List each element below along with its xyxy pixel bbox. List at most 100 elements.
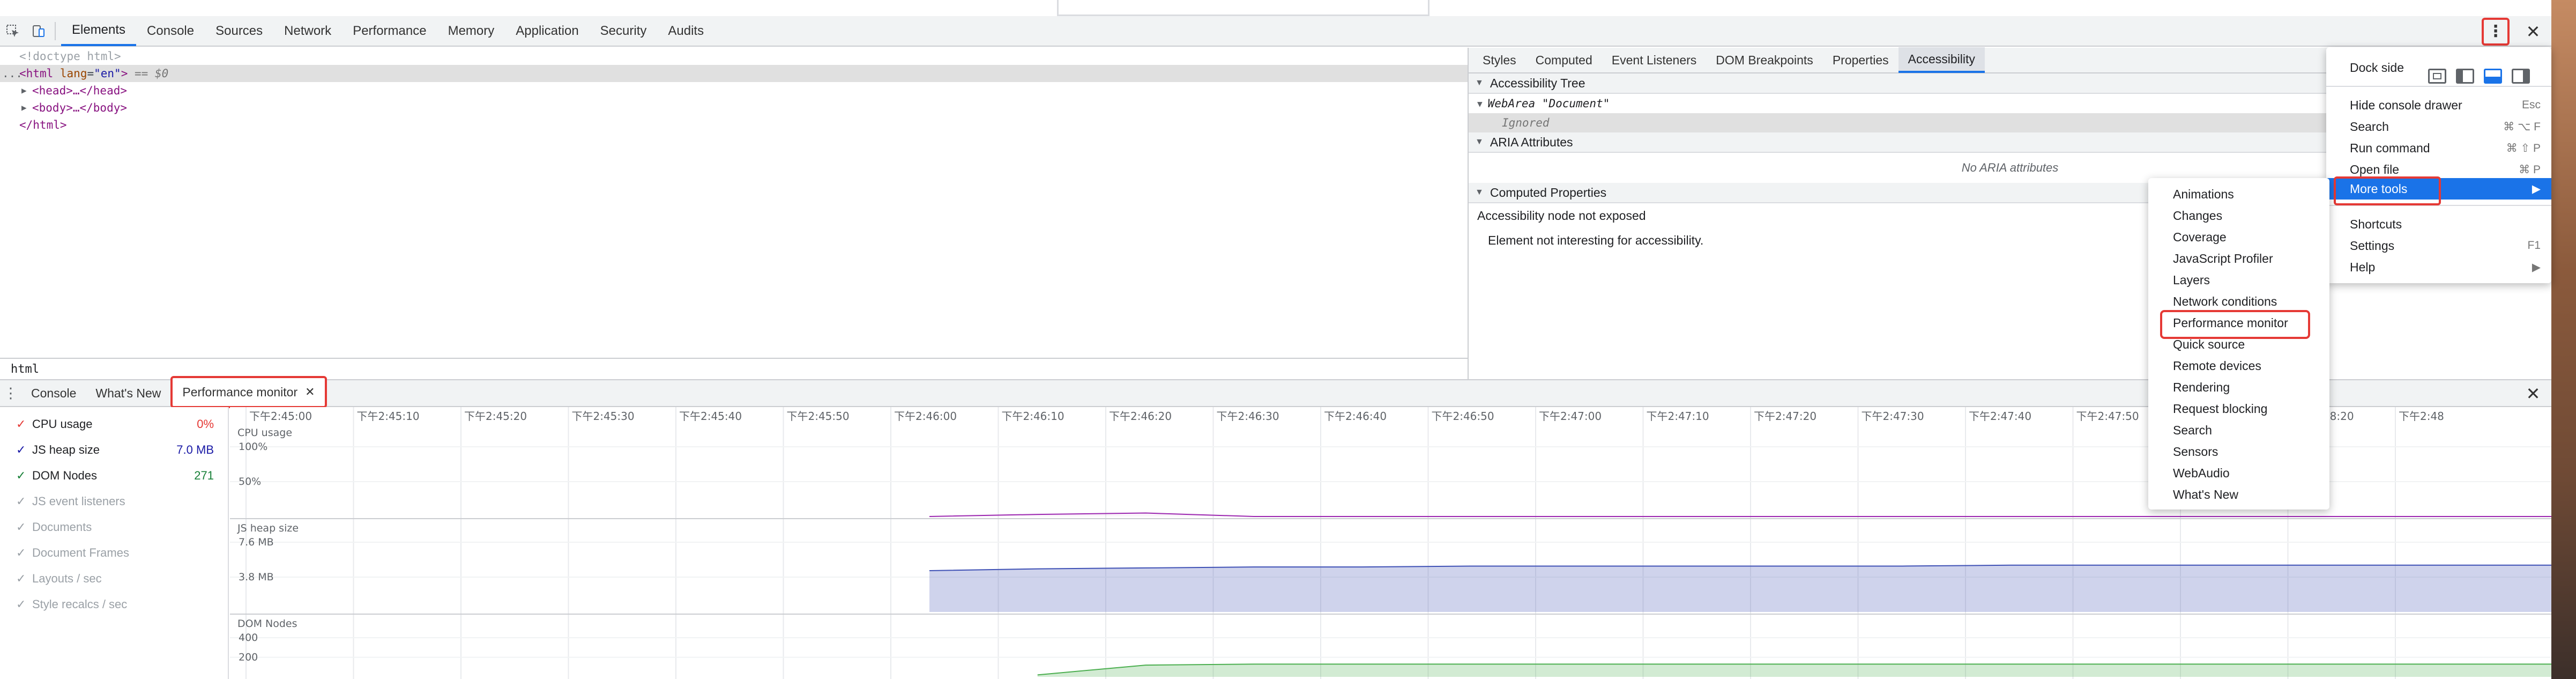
submenu-item-animations[interactable]: Animations [2148, 183, 2329, 205]
checkmark-icon[interactable]: ✓ [16, 597, 32, 611]
checkmark-icon[interactable]: ✓ [16, 469, 32, 483]
customize-devtools-kebab-icon[interactable]: ⋮ [2482, 17, 2510, 46]
collapse-triangle-icon: ▼ [1477, 98, 1483, 109]
metric-name: Style recalcs / sec [32, 597, 128, 611]
menu-label: Open file [2350, 162, 2400, 176]
close-drawer-icon[interactable]: ✕ [2519, 380, 2547, 407]
tab-properties[interactable]: Properties [1823, 47, 1899, 73]
breadcrumb-html[interactable]: html [11, 363, 39, 376]
tab-accessibility[interactable]: Accessibility [1898, 47, 1985, 73]
drawer-kebab-icon[interactable]: ⋮ [0, 380, 21, 407]
pane-title: DOM Nodes [237, 618, 297, 630]
menu-hide-console-drawer[interactable]: Hide console drawer Esc [2326, 94, 2551, 116]
menu-label: Run command [2350, 141, 2430, 155]
drawer-tab-whats-new[interactable]: What's New [86, 380, 170, 407]
ellipsis-icon[interactable]: ... [2, 65, 23, 82]
metric-value: 0% [197, 417, 214, 431]
tab-memory[interactable]: Memory [437, 16, 505, 46]
dock-icons [2428, 69, 2530, 84]
submenu-item-what-s-new[interactable]: What's New [2148, 484, 2329, 505]
submenu-item-request-blocking[interactable]: Request blocking [2148, 398, 2329, 419]
tab-computed[interactable]: Computed [1526, 47, 1602, 73]
metric-row[interactable]: ✓ Layouts / sec [0, 566, 228, 592]
submenu-item-javascript-profiler[interactable]: JavaScript Profiler [2148, 248, 2329, 269]
checkmark-icon[interactable]: ✓ [16, 572, 32, 586]
menu-shortcut: ⌘ ⇧ P [2506, 142, 2541, 154]
time-tick-label: 下午2:47:30 [1862, 410, 1924, 423]
checkmark-icon[interactable]: ✓ [16, 495, 32, 508]
metric-row[interactable]: ✓ JS event listeners [0, 489, 228, 514]
expand-triangle-icon[interactable]: ▶ [21, 82, 27, 99]
metric-name: Documents [32, 520, 92, 534]
metric-row[interactable]: ✓ CPU usage 0% [0, 411, 228, 437]
collapse-triangle-icon: ▼ [1475, 137, 1484, 146]
menu-label: Search [2350, 119, 2389, 134]
metric-row[interactable]: ✓ JS heap size 7.0 MB [0, 437, 228, 463]
submenu-item-search[interactable]: Search [2148, 419, 2329, 441]
dom-tree: <!doctype html> ... <html lang="en"> == $… [0, 48, 1468, 358]
submenu-item-coverage[interactable]: Coverage [2148, 226, 2329, 248]
dock-right-icon[interactable] [2512, 69, 2530, 84]
tab-security[interactable]: Security [590, 16, 658, 46]
series-area [929, 565, 2551, 612]
dock-bottom-icon[interactable] [2484, 69, 2502, 84]
submenu-item-remote-devices[interactable]: Remote devices [2148, 355, 2329, 377]
metric-row[interactable]: ✓ Document Frames [0, 540, 228, 566]
checkmark-icon[interactable]: ✓ [16, 546, 32, 560]
submenu-item-webaudio[interactable]: WebAudio [2148, 462, 2329, 484]
menu-help[interactable]: Help ▶ [2326, 256, 2551, 278]
device-toolbar-icon[interactable] [26, 16, 51, 46]
dock-left-icon[interactable] [2456, 69, 2474, 84]
submenu-item-sensors[interactable]: Sensors [2148, 441, 2329, 462]
dom-head[interactable]: ▶ <head>…</head> [0, 82, 1468, 99]
time-tick-label: 下午2:46:30 [1217, 410, 1279, 423]
checkmark-icon[interactable]: ✓ [16, 417, 32, 431]
drawer-tab-performance-monitor[interactable]: Performance monitor ✕ [170, 376, 327, 408]
dom-html-selected[interactable]: ... <html lang="en"> == $0 [0, 65, 1468, 82]
inspect-element-icon[interactable] [0, 16, 26, 46]
time-tick-label: 下午2:47:50 [2076, 410, 2139, 423]
metric-row[interactable]: ✓ Style recalcs / sec [0, 592, 228, 617]
checkmark-icon[interactable]: ✓ [16, 443, 32, 457]
time-tick-label: 下午2:47:40 [1969, 410, 2031, 423]
expand-triangle-icon[interactable]: ▶ [21, 99, 27, 116]
close-tab-icon[interactable]: ✕ [305, 385, 315, 399]
menu-run-command[interactable]: Run command ⌘ ⇧ P [2326, 137, 2551, 159]
tab-application[interactable]: Application [505, 16, 589, 46]
menu-settings[interactable]: Settings F1 [2326, 235, 2551, 256]
submenu-item-changes[interactable]: Changes [2148, 205, 2329, 226]
dom-body[interactable]: ▶ <body>…</body> [0, 99, 1468, 116]
tab-event-listeners[interactable]: Event Listeners [1602, 47, 1707, 73]
submenu-item-layers[interactable]: Layers [2148, 269, 2329, 291]
submenu-item-network-conditions[interactable]: Network conditions [2148, 291, 2329, 312]
collapse-triangle-icon: ▼ [1475, 188, 1484, 197]
time-tick-label: 下午2:46:10 [1002, 410, 1064, 423]
time-tick-label: 下午2:46:20 [1109, 410, 1172, 423]
tab-sources[interactable]: Sources [205, 16, 273, 46]
pane-title: JS heap size [237, 522, 299, 534]
tab-elements[interactable]: Elements [61, 16, 137, 46]
menu-shortcuts[interactable]: Shortcuts [2326, 213, 2551, 235]
dom-doctype[interactable]: <!doctype html> [0, 48, 1468, 65]
close-devtools-icon[interactable]: ✕ [2519, 18, 2547, 46]
metric-row[interactable]: ✓ Documents [0, 514, 228, 540]
submenu-item-performance-monitor[interactable]: Performance monitor [2148, 310, 2329, 339]
metric-row[interactable]: ✓ DOM Nodes 271 [0, 463, 228, 489]
tab-console[interactable]: Console [136, 16, 205, 46]
head-node: <head>…</head> [32, 84, 128, 97]
checkmark-icon[interactable]: ✓ [16, 520, 32, 534]
tab-performance[interactable]: Performance [342, 16, 437, 46]
tab-dom-breakpoints[interactable]: DOM Breakpoints [1706, 47, 1823, 73]
drawer-tab-console[interactable]: Console [21, 380, 86, 407]
menu-search[interactable]: Search ⌘ ⌥ F [2326, 116, 2551, 137]
tab-audits[interactable]: Audits [657, 16, 714, 46]
dom-html-close[interactable]: </html> [0, 116, 1468, 134]
menu-label: Help [2350, 260, 2376, 274]
undock-icon[interactable] [2428, 69, 2446, 84]
more-tools-highlight-box [2334, 176, 2441, 205]
tab-network[interactable]: Network [273, 16, 342, 46]
submenu-item-rendering[interactable]: Rendering [2148, 377, 2329, 398]
time-tick-label: 下午2:46:50 [1432, 410, 1494, 423]
tab-styles[interactable]: Styles [1473, 47, 1526, 73]
menu-shortcut: ⌘ P [2519, 163, 2541, 176]
